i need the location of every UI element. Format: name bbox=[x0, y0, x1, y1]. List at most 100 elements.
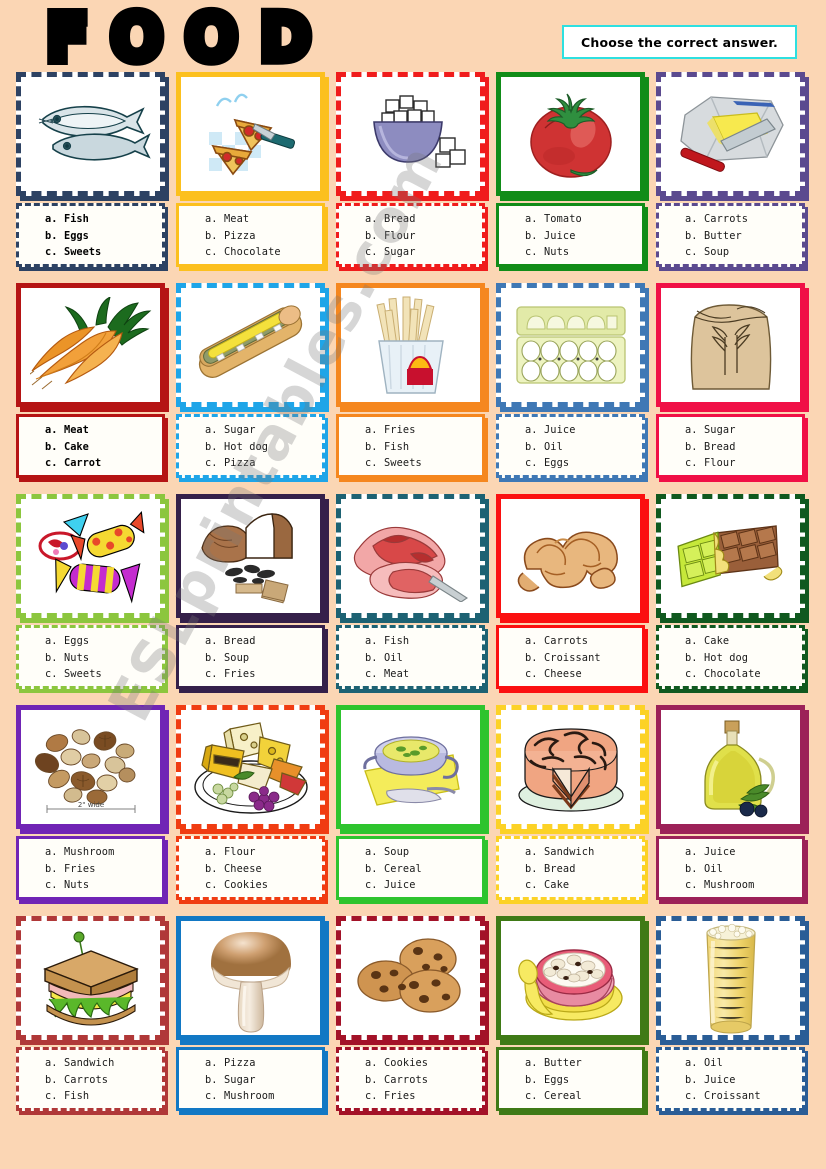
answer-option[interactable]: a. Fish bbox=[19, 211, 162, 228]
answer-options-box[interactable]: a. Oil b. Juice c. Croissant bbox=[656, 1047, 805, 1111]
answer-option[interactable]: a. Meat bbox=[179, 211, 322, 228]
answer-option[interactable]: a. Eggs bbox=[19, 633, 162, 650]
answer-option[interactable]: c. Meat bbox=[339, 666, 482, 683]
answer-option[interactable]: b. Eggs bbox=[19, 228, 162, 245]
answer-option[interactable]: b. Fries bbox=[19, 861, 162, 878]
answer-option[interactable]: c. Cereal bbox=[499, 1088, 642, 1105]
answer-options-box[interactable]: a. Carrots b. Croissant c. Cheese bbox=[496, 625, 645, 689]
answer-option[interactable]: a. Bread bbox=[339, 211, 482, 228]
answer-option[interactable]: a. Butter bbox=[499, 1055, 642, 1072]
answer-option[interactable]: c. Chocolate bbox=[659, 666, 802, 683]
answer-option[interactable]: b. Hot dog bbox=[179, 439, 322, 456]
answer-option[interactable]: b. Oil bbox=[339, 650, 482, 667]
answer-option[interactable]: c. Croissant bbox=[659, 1088, 802, 1105]
answer-options-box[interactable]: a. Sandwich b. Bread c. Cake bbox=[496, 836, 645, 900]
answer-option[interactable]: c. Sugar bbox=[339, 244, 482, 261]
answer-option[interactable]: a. Mushroom bbox=[19, 844, 162, 861]
answer-option[interactable]: c. Flour bbox=[659, 455, 802, 472]
answer-option[interactable]: c. Sweets bbox=[19, 244, 162, 261]
answer-option[interactable]: c. Cheese bbox=[499, 666, 642, 683]
answer-option[interactable]: b. Flour bbox=[339, 228, 482, 245]
answer-option[interactable]: b. Soup bbox=[179, 650, 322, 667]
answer-options-box[interactable]: a. Juice b. Oil c. Eggs bbox=[496, 414, 645, 478]
answer-option[interactable]: b. Cake bbox=[19, 439, 162, 456]
answer-option[interactable]: a. Cake bbox=[659, 633, 802, 650]
answer-option[interactable]: a. Meat bbox=[19, 422, 162, 439]
answer-option[interactable]: c. Sweets bbox=[339, 455, 482, 472]
answer-option[interactable]: a. Cookies bbox=[339, 1055, 482, 1072]
answer-options-box[interactable]: a. Fish b. Oil c. Meat bbox=[336, 625, 485, 689]
answer-option[interactable]: c. Carrot bbox=[19, 455, 162, 472]
answer-options-box[interactable]: a. Sandwich b. Carrots c. Fish bbox=[16, 1047, 165, 1111]
answer-option[interactable]: c. Fries bbox=[339, 1088, 482, 1105]
answer-option[interactable]: c. Fish bbox=[19, 1088, 162, 1105]
answer-option[interactable]: a. Sugar bbox=[659, 422, 802, 439]
answer-options-box[interactable]: a. Sugar b. Bread c. Flour bbox=[656, 414, 805, 478]
answer-option[interactable]: b. Fish bbox=[339, 439, 482, 456]
answer-option[interactable]: a. Bread bbox=[179, 633, 322, 650]
answer-option[interactable]: b. Carrots bbox=[19, 1072, 162, 1089]
answer-options-box[interactable]: a. Bread b. Flour c. Sugar bbox=[336, 203, 485, 267]
answer-option[interactable]: a. Sugar bbox=[179, 422, 322, 439]
answer-options-box[interactable]: a. Juice b. Oil c. Mushroom bbox=[656, 836, 805, 900]
answer-options-box[interactable]: a. Fish b. Eggs c. Sweets bbox=[16, 203, 165, 267]
answer-options-box[interactable]: a. Tomato b. Juice c. Nuts bbox=[496, 203, 645, 267]
answer-option[interactable]: b. Nuts bbox=[19, 650, 162, 667]
answer-option[interactable]: a. Sandwich bbox=[19, 1055, 162, 1072]
answer-option[interactable]: b. Oil bbox=[659, 861, 802, 878]
answer-option[interactable]: c. Fries bbox=[179, 666, 322, 683]
answer-option[interactable]: c. Nuts bbox=[499, 244, 642, 261]
answer-options-box[interactable]: a. Carrots b. Butter c. Soup bbox=[656, 203, 805, 267]
answer-option[interactable]: c. Soup bbox=[659, 244, 802, 261]
answer-option[interactable]: c. Nuts bbox=[19, 877, 162, 894]
answer-option[interactable]: b. Sugar bbox=[179, 1072, 322, 1089]
answer-option[interactable]: c. Chocolate bbox=[179, 244, 322, 261]
answer-options-box[interactable]: a. Cookies b. Carrots c. Fries bbox=[336, 1047, 485, 1111]
answer-option[interactable]: a. Juice bbox=[499, 422, 642, 439]
answer-option[interactable]: b. Hot dog bbox=[659, 650, 802, 667]
answer-option[interactable]: b. Bread bbox=[659, 439, 802, 456]
answer-options-box[interactable]: a. Meat b. Pizza c. Chocolate bbox=[176, 203, 325, 267]
answer-options-box[interactable]: a. Mushroom b. Fries c. Nuts bbox=[16, 836, 165, 900]
answer-option[interactable]: b. Juice bbox=[659, 1072, 802, 1089]
answer-options-box[interactable]: a. Eggs b. Nuts c. Sweets bbox=[16, 625, 165, 689]
answer-option[interactable]: a. Carrots bbox=[499, 633, 642, 650]
answer-option[interactable]: a. Carrots bbox=[659, 211, 802, 228]
answer-option[interactable]: a. Fish bbox=[339, 633, 482, 650]
answer-option[interactable]: c. Eggs bbox=[499, 455, 642, 472]
answer-option[interactable]: b. Butter bbox=[659, 228, 802, 245]
answer-option[interactable]: c. Juice bbox=[339, 877, 482, 894]
answer-option[interactable]: a. Sandwich bbox=[499, 844, 642, 861]
answer-option[interactable]: a. Pizza bbox=[179, 1055, 322, 1072]
answer-options-box[interactable]: a. Cake b. Hot dog c. Chocolate bbox=[656, 625, 805, 689]
answer-option[interactable]: a. Flour bbox=[179, 844, 322, 861]
answer-options-box[interactable]: a. Sugar b. Hot dog c. Pizza bbox=[176, 414, 325, 478]
answer-option[interactable]: b. Cereal bbox=[339, 861, 482, 878]
answer-option[interactable]: b. Cheese bbox=[179, 861, 322, 878]
answer-option[interactable]: b. Carrots bbox=[339, 1072, 482, 1089]
answer-options-box[interactable]: a. Flour b. Cheese c. Cookies bbox=[176, 836, 325, 900]
answer-option[interactable]: b. Pizza bbox=[179, 228, 322, 245]
answer-option[interactable]: c. Cookies bbox=[179, 877, 322, 894]
answer-option[interactable]: a. Soup bbox=[339, 844, 482, 861]
answer-option[interactable]: a. Tomato bbox=[499, 211, 642, 228]
answer-option[interactable]: c. Sweets bbox=[19, 666, 162, 683]
answer-options-box[interactable]: a. Pizza b. Sugar c. Mushroom bbox=[176, 1047, 325, 1111]
answer-options-box[interactable]: a. Soup b. Cereal c. Juice bbox=[336, 836, 485, 900]
answer-option[interactable]: c. Pizza bbox=[179, 455, 322, 472]
answer-options-box[interactable]: a. Meat b. Cake c. Carrot bbox=[16, 414, 165, 478]
answer-option[interactable]: c. Mushroom bbox=[179, 1088, 322, 1105]
answer-option[interactable]: b. Eggs bbox=[499, 1072, 642, 1089]
answer-option[interactable]: b. Croissant bbox=[499, 650, 642, 667]
answer-option[interactable]: a. Juice bbox=[659, 844, 802, 861]
answer-option[interactable]: c. Cake bbox=[499, 877, 642, 894]
answer-options-box[interactable]: a. Bread b. Soup c. Fries bbox=[176, 625, 325, 689]
answer-option[interactable]: a. Fries bbox=[339, 422, 482, 439]
answer-options-box[interactable]: a. Fries b. Fish c. Sweets bbox=[336, 414, 485, 478]
answer-option[interactable]: b. Oil bbox=[499, 439, 642, 456]
answer-option[interactable]: a. Oil bbox=[659, 1055, 802, 1072]
answer-option[interactable]: b. Bread bbox=[499, 861, 642, 878]
answer-option[interactable]: b. Juice bbox=[499, 228, 642, 245]
answer-option[interactable]: c. Mushroom bbox=[659, 877, 802, 894]
answer-options-box[interactable]: a. Butter b. Eggs c. Cereal bbox=[496, 1047, 645, 1111]
